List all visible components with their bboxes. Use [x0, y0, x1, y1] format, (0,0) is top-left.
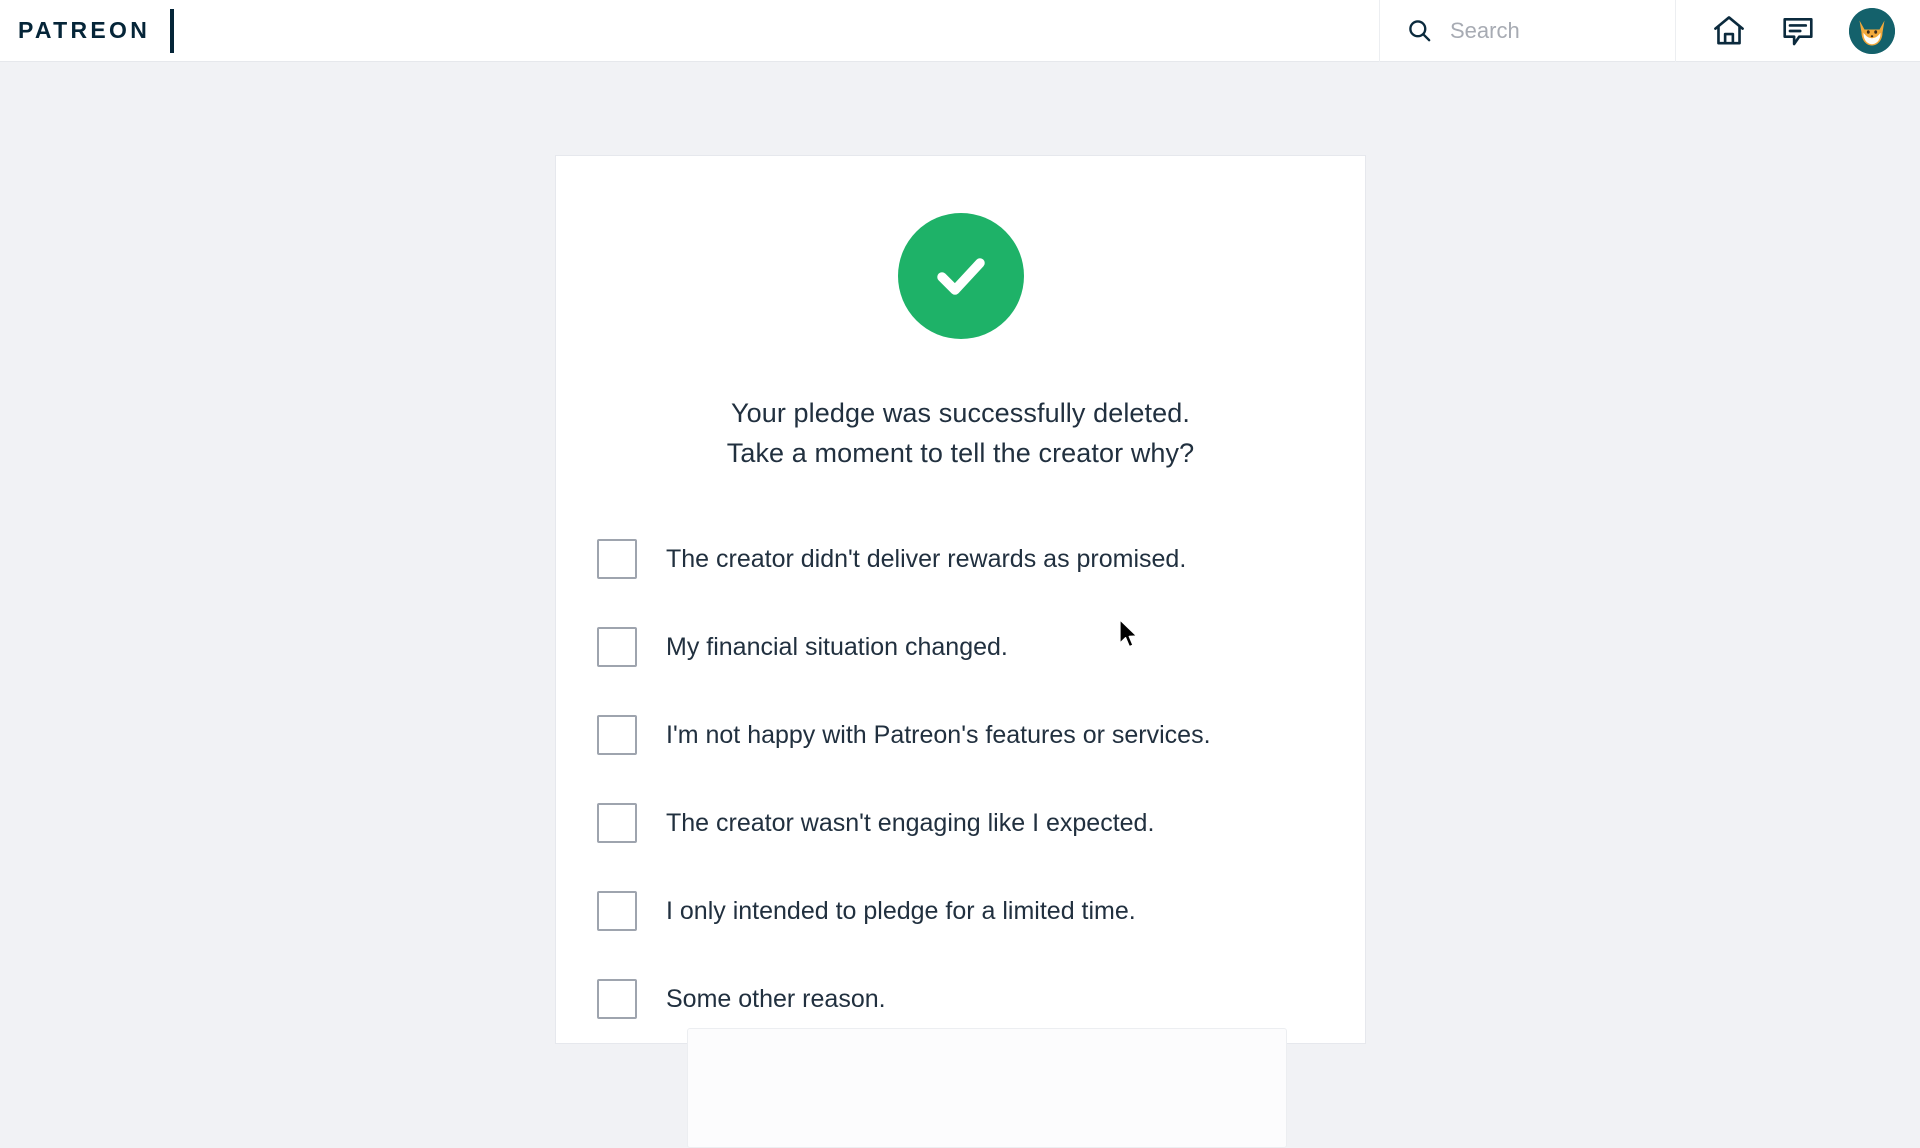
reason-checkbox[interactable] — [597, 979, 637, 1019]
pledge-deleted-card: Your pledge was successfully deleted. Ta… — [556, 156, 1365, 1148]
list-item[interactable]: I'm not happy with Patreon's features or… — [597, 691, 1365, 779]
search-input[interactable] — [1450, 17, 1665, 44]
top-navigation-bar: PATREON — [0, 0, 1920, 62]
search-container[interactable] — [1379, 0, 1676, 62]
patreon-wordmark: PATREON — [18, 17, 151, 43]
headline-line-2: Take a moment to tell the creator why? — [726, 438, 1195, 468]
search-icon — [1406, 17, 1433, 44]
patreon-logo[interactable]: PATREON — [0, 0, 175, 62]
home-icon[interactable] — [1711, 13, 1747, 49]
list-item[interactable]: I only intended to pledge for a limited … — [597, 867, 1365, 955]
logo-divider-bar — [170, 8, 175, 53]
reason-checkbox[interactable] — [597, 803, 637, 843]
reason-list: The creator didn't deliver rewards as pr… — [556, 515, 1365, 1043]
reason-label: I'm not happy with Patreon's features or… — [666, 721, 1211, 749]
reason-label: I only intended to pledge for a limited … — [666, 897, 1136, 925]
reason-checkbox[interactable] — [597, 715, 637, 755]
reason-label: My financial situation changed. — [666, 633, 1008, 661]
reason-checkbox[interactable] — [597, 539, 637, 579]
reason-checkbox[interactable] — [597, 627, 637, 667]
list-item[interactable]: The creator didn't deliver rewards as pr… — [597, 515, 1365, 603]
avatar[interactable] — [1849, 7, 1895, 54]
header-action-group — [1676, 0, 1920, 62]
check-circle-icon — [897, 213, 1024, 339]
page-title: Your pledge was successfully deleted. Ta… — [556, 393, 1365, 473]
reason-label: The creator wasn't engaging like I expec… — [666, 809, 1155, 837]
list-item[interactable]: The creator wasn't engaging like I expec… — [597, 779, 1365, 867]
feedback-textarea[interactable] — [687, 1028, 1287, 1148]
reason-checkbox[interactable] — [597, 891, 637, 931]
messages-icon[interactable] — [1780, 13, 1816, 49]
list-item[interactable]: My financial situation changed. — [597, 603, 1365, 691]
headline-line-1: Your pledge was successfully deleted. — [731, 398, 1190, 428]
reason-label: Some other reason. — [666, 985, 886, 1013]
page-body: Your pledge was successfully deleted. Ta… — [0, 62, 1920, 1148]
reason-label: The creator didn't deliver rewards as pr… — [666, 545, 1187, 573]
